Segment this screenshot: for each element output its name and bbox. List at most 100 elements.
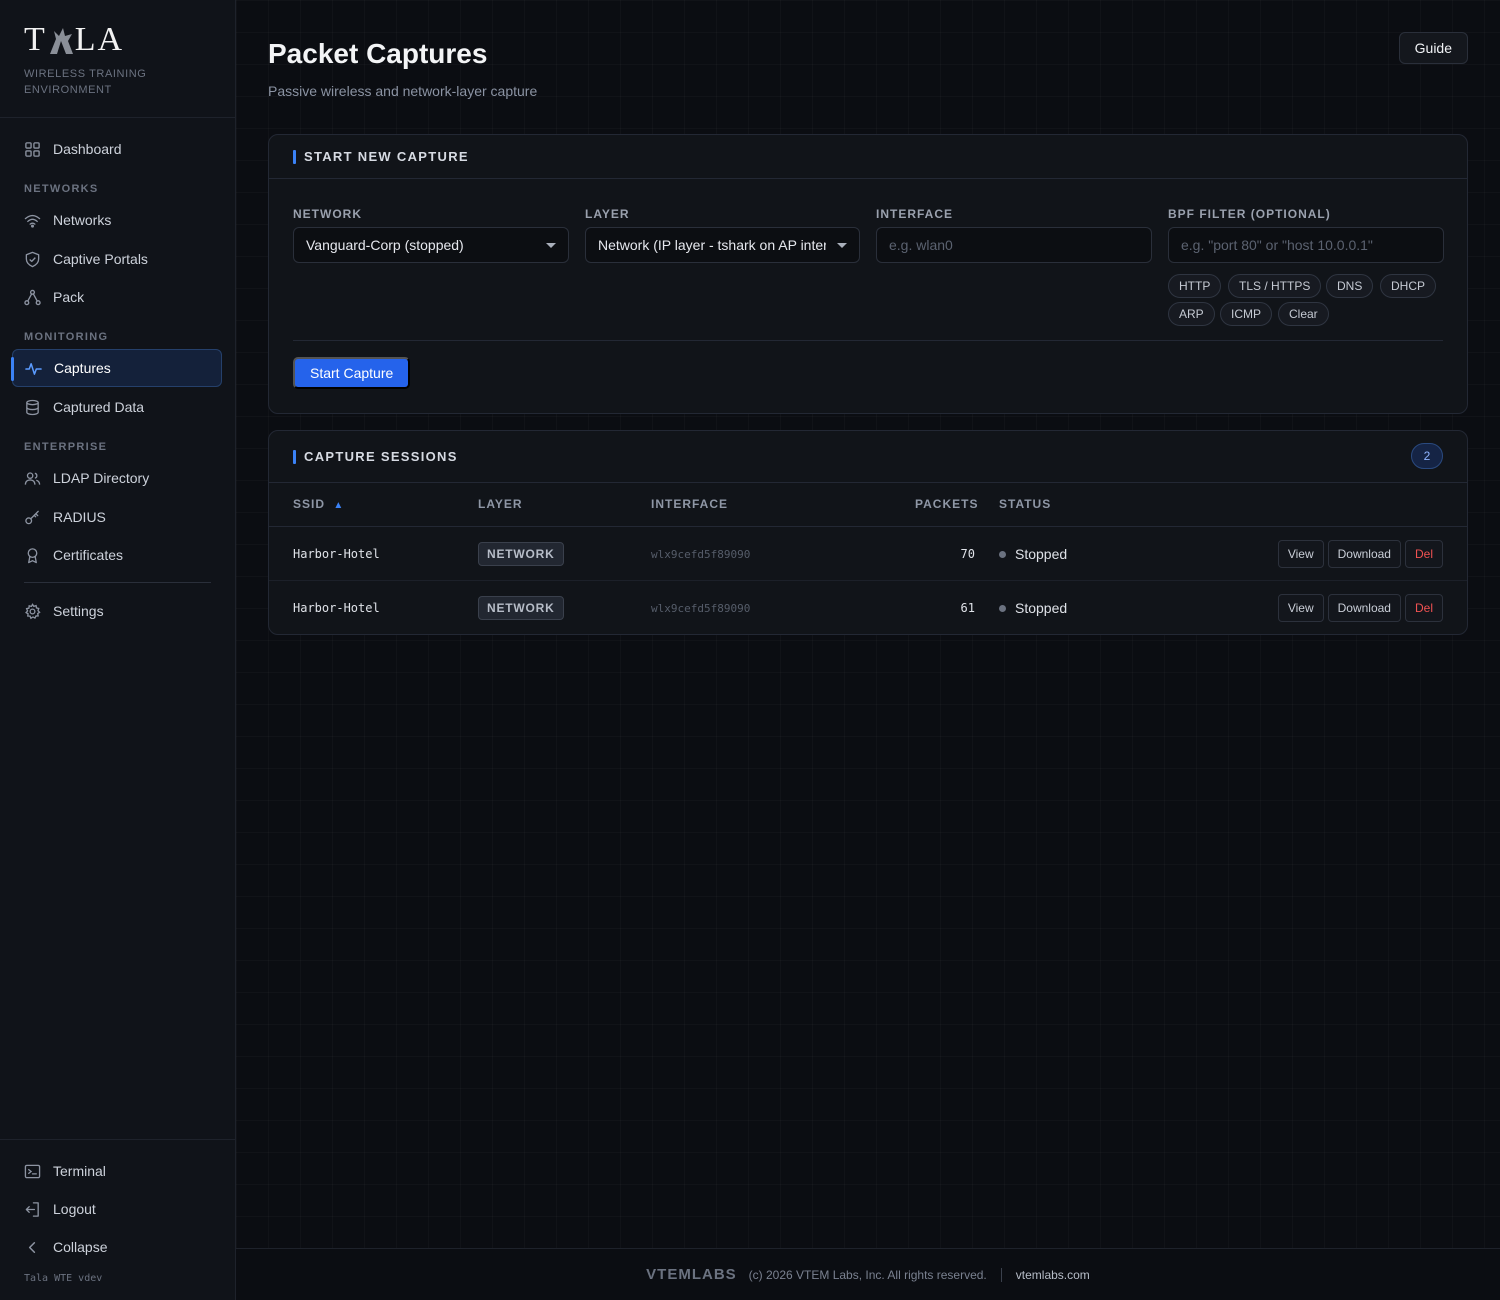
delete-button[interactable]: Del (1404, 540, 1443, 568)
ssid-cell: Harbor-Hotel (293, 601, 380, 615)
footer-copyright: (c) 2026 VTEM Labs, Inc. All rights rese… (748, 1267, 987, 1282)
start-capture-button[interactable]: Start Capture (293, 357, 411, 389)
session-count-badge: 2 (1411, 443, 1443, 469)
filter-chip-dhcp[interactable]: DHCP (1380, 274, 1437, 298)
bpf-filter-label: BPF FILTER (OPTIONAL) (1168, 207, 1331, 221)
nav-section-enterprise: ENTERPRISE (24, 441, 108, 453)
sidebar: T LA WIRELESS TRAINING ENVIRONMENT Dashb… (0, 0, 236, 1300)
view-button[interactable]: View (1277, 594, 1324, 622)
column-header-ssid[interactable]: SSID ▲ (293, 497, 344, 511)
sidebar-item-collapse[interactable]: Collapse (12, 1228, 222, 1266)
sidebar-item-label: Captured Data (53, 399, 145, 415)
status-dot-icon (999, 604, 1006, 612)
layer-cell: NETWORK (478, 581, 564, 635)
column-header-layer[interactable]: LAYER (478, 497, 523, 511)
shield-check-icon (25, 251, 40, 267)
grid-icon (25, 141, 40, 157)
network-nodes-icon (24, 289, 41, 305)
view-button[interactable]: View (1277, 540, 1324, 568)
sidebar-item-label: Dashboard (53, 141, 122, 157)
filter-chip-dns[interactable]: DNS (1326, 274, 1374, 298)
sidebar-item-logout[interactable]: Logout (12, 1190, 222, 1228)
sidebar-item-label: Logout (53, 1201, 96, 1217)
network-select[interactable]: Vanguard-Corp (stopped) (293, 227, 569, 263)
filter-chip-arp[interactable]: ARP (1168, 302, 1215, 326)
layer-select[interactable]: Network (IP layer - tshark on AP inter (585, 227, 860, 263)
column-header-packets[interactable]: PACKETS (915, 497, 978, 511)
sidebar-item-label: RADIUS (53, 509, 106, 525)
sidebar-item-pack[interactable]: Pack (12, 278, 222, 316)
page-title: Packet Captures (268, 38, 488, 69)
packets-cell: 70 (960, 547, 975, 561)
form-divider (293, 340, 1443, 341)
filter-chip-clear[interactable]: Clear (1278, 302, 1329, 326)
footer-brand-logo: VTEMLABS (646, 1266, 737, 1283)
chevron-down-icon (546, 243, 556, 248)
status-dot-icon (999, 550, 1006, 558)
delete-button[interactable]: Del (1404, 594, 1443, 622)
bpf-filter-input[interactable]: e.g. "port 80" or "host 10.0.0.1" (1168, 227, 1444, 263)
status-text: Stopped (1015, 600, 1068, 616)
interface-placeholder: e.g. wlan0 (889, 237, 953, 253)
filter-chip-http[interactable]: HTTP (1168, 274, 1222, 298)
sort-ascending-icon: ▲ (333, 500, 345, 511)
download-button[interactable]: Download (1327, 540, 1401, 568)
logo: T LA (24, 21, 211, 58)
chevron-down-icon (837, 243, 847, 248)
sidebar-item-label: Settings (53, 603, 104, 619)
logo-text-right: LA (74, 21, 125, 58)
guide-button[interactable]: Guide (1398, 32, 1468, 64)
footer-link[interactable]: vtemlabs.com (1016, 1268, 1090, 1282)
column-header-interface[interactable]: INTERFACE (651, 497, 728, 511)
table-row: Harbor-Hotel NETWORK wlx9cefd5f89090 61 … (269, 581, 1467, 635)
logout-icon (25, 1201, 39, 1217)
download-button[interactable]: Download (1327, 594, 1401, 622)
layer-select-value: Network (IP layer - tshark on AP inter (598, 237, 826, 253)
footer: VTEMLABS (c) 2026 VTEM Labs, Inc. All ri… (236, 1248, 1500, 1300)
tagline: WIRELESS TRAINING ENVIRONMENT (24, 68, 147, 96)
sidebar-item-captures[interactable]: Captures (11, 349, 222, 387)
wolf-logo-icon (49, 28, 73, 54)
row-actions: View Download Del (1274, 581, 1443, 635)
version-label: Tala WTE vdev (24, 1273, 103, 1284)
page-subtitle: Passive wireless and network-layer captu… (268, 83, 538, 99)
column-header-status[interactable]: STATUS (999, 497, 1051, 511)
sidebar-item-captive-portals[interactable]: Captive Portals (12, 240, 222, 278)
filter-chip-icmp[interactable]: ICMP (1220, 302, 1272, 326)
sidebar-item-radius[interactable]: RADIUS (12, 498, 222, 536)
card-title: START NEW CAPTURE (304, 149, 469, 164)
packets-cell: 61 (960, 601, 975, 615)
card-title: CAPTURE SESSIONS (304, 449, 458, 464)
interface-input[interactable]: e.g. wlan0 (876, 227, 1152, 263)
layer-cell: NETWORK (478, 527, 564, 581)
sidebar-item-label: Terminal (53, 1163, 106, 1179)
interface-cell: wlx9cefd5f89090 (651, 601, 751, 615)
sidebar-item-ldap[interactable]: LDAP Directory (12, 459, 222, 497)
filter-chip-tls[interactable]: TLS / HTTPS (1228, 274, 1322, 298)
nav-section-networks: NETWORKS (24, 183, 99, 195)
sidebar-item-label: Networks (53, 212, 112, 228)
network-select-value: Vanguard-Corp (stopped) (306, 237, 464, 253)
status-cell: Stopped (999, 581, 1067, 635)
nav-divider (24, 582, 211, 583)
interface-cell: wlx9cefd5f89090 (651, 547, 751, 561)
sidebar-item-label: Collapse (53, 1239, 108, 1255)
layer-badge: NETWORK (478, 596, 564, 620)
users-icon (24, 471, 41, 485)
gear-icon (25, 602, 41, 619)
sidebar-item-dashboard[interactable]: Dashboard (12, 130, 222, 168)
activity-icon (25, 362, 42, 375)
terminal-icon (24, 1164, 41, 1178)
sidebar-item-certificates[interactable]: Certificates (12, 536, 222, 574)
new-capture-card: START NEW CAPTURE NETWORK Vanguard-Corp … (268, 134, 1468, 414)
column-header-ssid-label: SSID (293, 497, 326, 511)
card-header: CAPTURE SESSIONS 2 (269, 431, 1467, 483)
layer-label: LAYER (585, 207, 630, 221)
sidebar-item-captured-data[interactable]: Captured Data (12, 388, 222, 426)
sidebar-item-settings[interactable]: Settings (12, 592, 222, 630)
wifi-icon (24, 214, 41, 228)
sidebar-item-terminal[interactable]: Terminal (12, 1152, 222, 1190)
sidebar-item-networks[interactable]: Networks (12, 201, 222, 239)
footer-separator (1000, 1267, 1002, 1282)
capture-sessions-card: CAPTURE SESSIONS 2 SSID ▲ LAYER INTERFAC… (268, 430, 1468, 635)
